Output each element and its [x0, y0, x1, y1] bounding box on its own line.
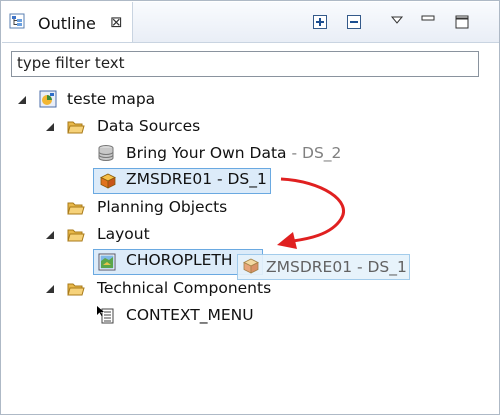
tree-item-label: Planning Objects	[97, 198, 228, 216]
tree-item-label: Technical Components	[97, 279, 272, 297]
expand-all-icon[interactable]	[312, 14, 328, 30]
tab-outline[interactable]: Outline ⊠	[2, 2, 133, 42]
filter-field[interactable]	[11, 51, 482, 77]
outline-view-icon	[9, 13, 25, 29]
view-menu-icon[interactable]	[389, 13, 405, 29]
cube-data-source-icon	[243, 258, 259, 274]
outline-view: Outline ⊠ type filter text teste mapa Da…	[0, 0, 500, 415]
tree-item-planning-objects[interactable]: Planning Objects	[43, 196, 263, 220]
tree-item-label: teste mapa	[67, 90, 156, 108]
tree-item-label: ZMSDRE01 - DS_1	[126, 170, 267, 188]
view-header: Outline ⊠	[2, 2, 499, 43]
expanded-twistie-icon[interactable]	[45, 122, 55, 132]
tree-item-label: CHOROPLETH	[126, 251, 233, 269]
filter-input[interactable]	[12, 52, 482, 74]
collapse-all-icon[interactable]	[346, 14, 362, 30]
tree-item-zmsdre01[interactable]: ZMSDRE01 - DS_1	[93, 168, 271, 194]
open-folder-icon	[67, 229, 85, 242]
tree-item-context-menu[interactable]: CONTEXT_MENU	[95, 304, 295, 328]
context-menu-icon	[97, 306, 114, 324]
tree-item-data-sources[interactable]: Data Sources	[43, 115, 243, 139]
tree-item-bring-your-own-data[interactable]: Bring Your Own Data - DS_2	[97, 142, 367, 166]
tree-item-technical-components[interactable]: Technical Components	[43, 277, 303, 301]
data-source-separator: -	[286, 144, 303, 162]
tree-item-layout[interactable]: Layout	[43, 223, 243, 247]
expanded-twistie-icon[interactable]	[45, 284, 55, 294]
expanded-twistie-icon[interactable]	[17, 95, 27, 105]
tree-item-label: Data Sources	[97, 117, 201, 135]
tree-item-label: Layout	[97, 225, 150, 243]
map-component-icon	[98, 253, 116, 271]
tree-item-teste-mapa[interactable]: teste mapa	[15, 88, 215, 112]
tree-item-label: CONTEXT_MENU	[126, 306, 254, 324]
open-folder-icon	[67, 283, 85, 296]
drag-label: ZMSDRE01 - DS_1	[266, 258, 407, 276]
tree-item-label: Bring Your Own Data - DS_2	[126, 144, 341, 162]
expanded-twistie-icon[interactable]	[45, 230, 55, 240]
data-source-alias: DS_2	[302, 144, 342, 162]
data-source-name: Bring Your Own Data	[126, 144, 287, 162]
minimize-icon[interactable]	[420, 14, 436, 30]
application-icon	[39, 90, 57, 108]
open-folder-icon	[67, 121, 85, 134]
close-icon[interactable]: ⊠	[110, 13, 123, 31]
tab-title: Outline	[38, 14, 96, 33]
drag-feedback: ZMSDRE01 - DS_1	[237, 254, 410, 280]
cube-data-source-icon	[100, 173, 116, 189]
maximize-icon[interactable]	[454, 14, 470, 30]
open-folder-icon	[67, 202, 85, 215]
database-icon	[98, 145, 114, 161]
